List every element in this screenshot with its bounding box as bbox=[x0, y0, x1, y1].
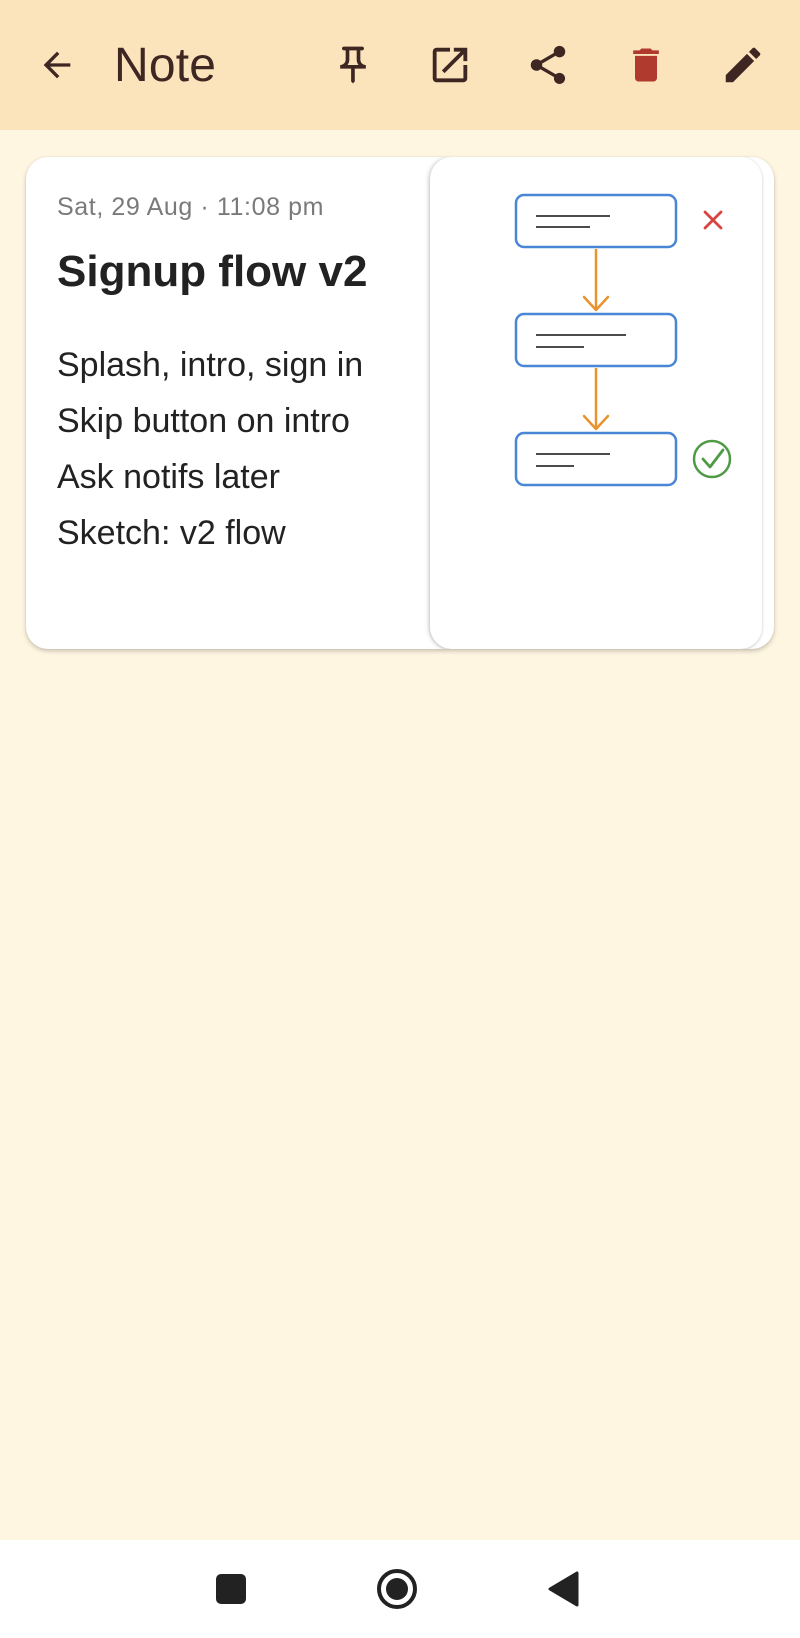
sketch-arrow bbox=[582, 368, 610, 431]
delete-button[interactable] bbox=[614, 33, 678, 97]
home-button[interactable] bbox=[367, 1559, 427, 1619]
sketch-arrow bbox=[582, 249, 610, 312]
edit-button[interactable] bbox=[711, 33, 775, 97]
note-line: Sketch: v2 flow bbox=[57, 514, 286, 552]
pin-icon bbox=[340, 46, 366, 84]
home-circle-icon bbox=[377, 1569, 417, 1609]
sketch-box bbox=[514, 312, 678, 368]
share-icon bbox=[530, 45, 566, 85]
note-date: Sat, 29 Aug · 11:08 pm bbox=[57, 193, 325, 221]
pencil-icon bbox=[725, 47, 761, 83]
note-line: Splash, intro, sign in bbox=[57, 346, 364, 384]
note-card[interactable]: Sat, 29 Aug · 11:08 pm Signup flow v2 Sp… bbox=[26, 157, 774, 649]
note-title: Signup flow v2 bbox=[57, 247, 368, 296]
note-body: Splash, intro, sign in Skip button on in… bbox=[57, 337, 363, 561]
top-app-bar: Note bbox=[0, 0, 800, 130]
check-circle-icon bbox=[692, 439, 732, 479]
back-triangle-icon bbox=[548, 1571, 579, 1607]
sketch-box bbox=[514, 193, 678, 249]
open-external-button[interactable] bbox=[418, 33, 482, 97]
flow-sketch bbox=[514, 193, 732, 487]
back-button[interactable] bbox=[25, 33, 89, 97]
arrow-back-icon bbox=[43, 51, 71, 79]
open-external-icon bbox=[432, 47, 468, 83]
pin-button[interactable] bbox=[321, 33, 385, 97]
back-nav-button[interactable] bbox=[533, 1559, 593, 1619]
trash-icon bbox=[633, 48, 659, 82]
note-line: Skip button on intro bbox=[57, 402, 350, 440]
note-line: Ask notifs later bbox=[57, 458, 280, 496]
sketch-box bbox=[514, 431, 678, 487]
recents-button[interactable] bbox=[201, 1559, 261, 1619]
close-x-icon bbox=[703, 210, 723, 230]
recents-square-icon bbox=[216, 1574, 246, 1604]
system-nav-bar bbox=[0, 1540, 800, 1638]
page-title: Note bbox=[114, 39, 217, 92]
share-button[interactable] bbox=[516, 33, 580, 97]
sketch-thumbnail[interactable] bbox=[430, 157, 762, 649]
